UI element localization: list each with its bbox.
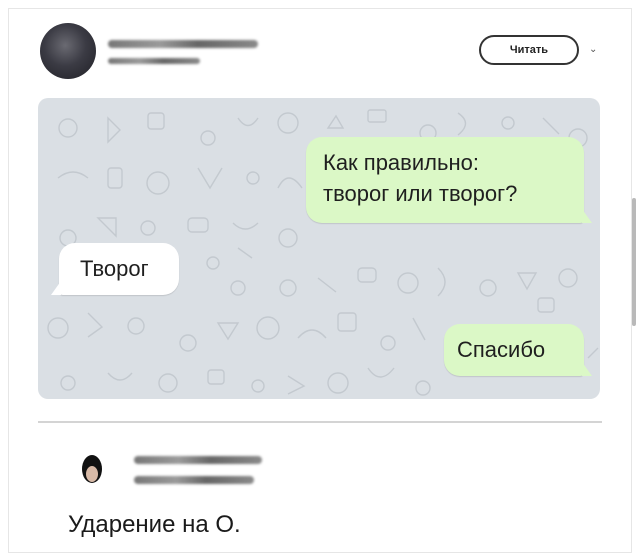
message-bubble-outgoing: Как правильно: творог или творог? [306,137,584,223]
scrollbar[interactable] [632,198,636,326]
bubble-tail [51,281,61,295]
message-bubble-incoming: Творог [59,243,179,295]
message-text: творог или творог? [323,181,518,206]
divider [38,421,602,423]
reply-author-name-blurred[interactable] [134,456,262,464]
reply-author-avatar[interactable] [67,447,117,495]
follow-button[interactable]: Читать [479,35,579,65]
chat-screenshot: Как правильно: творог или творог? Творог… [38,98,600,399]
bubble-tail [582,209,592,223]
author-avatar[interactable] [40,23,96,79]
bubble-tail [582,362,592,376]
reply-text: Ударение на О. [68,511,241,538]
message-text: Спасибо [457,337,546,362]
message-text: Как правильно: [323,150,479,175]
chevron-down-icon[interactable]: ⌄ [589,44,597,55]
message-bubble-outgoing: Спасибо [444,324,584,376]
reply-author-handle-blurred [134,476,254,484]
author-name-blurred[interactable] [108,40,258,48]
author-handle-blurred [108,58,200,64]
message-text: Творог [80,256,149,281]
